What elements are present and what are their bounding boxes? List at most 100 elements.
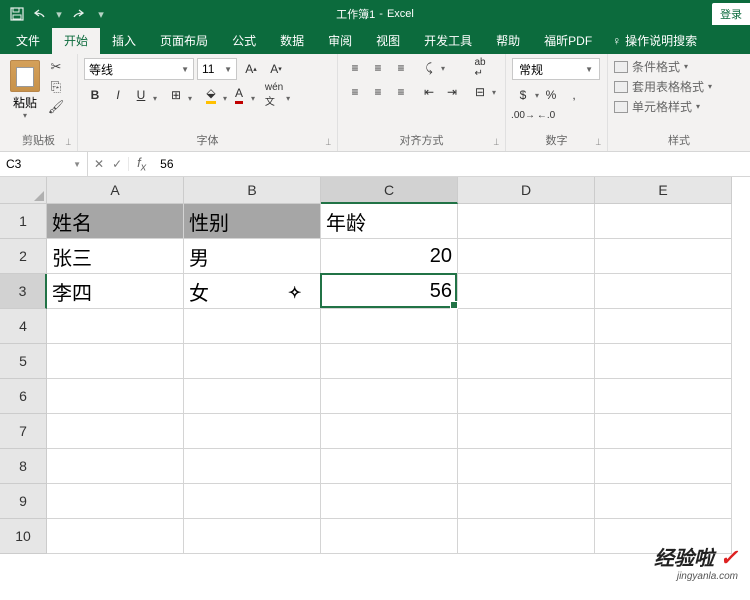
merge-center-icon[interactable]: ⊟ (469, 82, 491, 102)
tab-help[interactable]: 帮助 (484, 27, 532, 54)
cell[interactable] (321, 344, 458, 379)
percent-format-icon[interactable]: % (540, 85, 562, 105)
cell[interactable] (47, 379, 184, 414)
increase-decimal-icon[interactable]: .00→ (512, 105, 534, 125)
cancel-icon[interactable]: ✕ (94, 157, 104, 171)
copy-icon[interactable]: ⎘ (46, 78, 66, 96)
cell[interactable] (184, 414, 321, 449)
cell[interactable] (595, 414, 732, 449)
cell[interactable] (47, 414, 184, 449)
alignment-launcher-icon[interactable]: ⟘ (494, 137, 499, 148)
tab-home[interactable]: 开始 (52, 27, 100, 54)
cell[interactable] (458, 274, 595, 309)
tell-me-search[interactable]: ♀ 操作说明搜索 (604, 27, 705, 54)
cell[interactable]: 年龄 (321, 204, 458, 239)
italic-button[interactable]: I (107, 85, 129, 105)
accounting-format-icon[interactable]: $ (512, 85, 534, 105)
cell[interactable]: 56 (321, 274, 458, 309)
row-header[interactable]: 5 (0, 344, 47, 379)
row-header[interactable]: 6 (0, 379, 47, 414)
cell[interactable] (595, 274, 732, 309)
font-color-button[interactable]: A (228, 85, 250, 105)
cell[interactable] (595, 379, 732, 414)
cell[interactable] (184, 344, 321, 379)
increase-font-icon[interactable]: A▴ (240, 59, 262, 79)
row-header[interactable]: 1 (0, 204, 47, 239)
login-button[interactable]: 登录 (712, 3, 750, 25)
row-header[interactable]: 8 (0, 449, 47, 484)
cell[interactable] (321, 379, 458, 414)
align-left-icon[interactable]: ≡ (344, 82, 366, 102)
select-all-corner[interactable] (0, 177, 47, 204)
cell[interactable] (47, 519, 184, 554)
undo-icon[interactable] (30, 3, 52, 25)
cell[interactable] (595, 239, 732, 274)
cell-styles-button[interactable]: 单元格样式▾ (614, 98, 712, 115)
cell[interactable] (458, 519, 595, 554)
conditional-formatting-button[interactable]: 条件格式▾ (614, 58, 712, 75)
cell[interactable] (184, 309, 321, 344)
tab-file[interactable]: 文件 (4, 27, 52, 54)
column-header[interactable]: D (458, 177, 595, 204)
cell[interactable] (321, 519, 458, 554)
format-as-table-button[interactable]: 套用表格格式▾ (614, 78, 712, 95)
cell[interactable] (595, 484, 732, 519)
cell[interactable] (458, 449, 595, 484)
underline-button[interactable]: U (130, 85, 152, 105)
cell[interactable] (595, 309, 732, 344)
decrease-indent-icon[interactable]: ⇤ (418, 82, 440, 102)
cell[interactable] (321, 309, 458, 344)
cell[interactable]: 张三 (47, 239, 184, 274)
paste-button[interactable]: 粘贴 ▾ (6, 58, 44, 122)
cell[interactable] (595, 204, 732, 239)
tab-foxit-pdf[interactable]: 福昕PDF (532, 27, 604, 54)
phonetic-guide-button[interactable]: wén文 (263, 85, 285, 105)
border-button[interactable]: ⊞ (165, 85, 187, 105)
bold-button[interactable]: B (84, 85, 106, 105)
cell[interactable] (458, 414, 595, 449)
clipboard-launcher-icon[interactable]: ⟘ (66, 137, 71, 148)
cell[interactable]: 女 (184, 274, 321, 309)
cell[interactable] (321, 484, 458, 519)
orientation-icon[interactable]: ⤹ (418, 58, 440, 78)
cell[interactable]: 20 (321, 239, 458, 274)
cell[interactable] (184, 379, 321, 414)
tab-insert[interactable]: 插入 (100, 27, 148, 54)
cell[interactable] (47, 484, 184, 519)
cell[interactable]: 男 (184, 239, 321, 274)
align-right-icon[interactable]: ≡ (390, 82, 412, 102)
fill-color-button[interactable]: ⬙ (200, 85, 222, 105)
cell[interactable] (458, 239, 595, 274)
comma-format-icon[interactable]: , (563, 85, 585, 105)
save-icon[interactable] (6, 3, 28, 25)
align-middle-icon[interactable]: ≡ (367, 58, 389, 78)
cell[interactable] (458, 344, 595, 379)
number-launcher-icon[interactable]: ⟘ (596, 137, 601, 148)
row-header[interactable]: 4 (0, 309, 47, 344)
tab-review[interactable]: 审阅 (316, 27, 364, 54)
cell[interactable] (321, 449, 458, 484)
column-header[interactable]: B (184, 177, 321, 204)
row-header[interactable]: 9 (0, 484, 47, 519)
cell[interactable] (47, 344, 184, 379)
cell[interactable] (595, 344, 732, 379)
wrap-text-icon[interactable]: ab↵ (469, 58, 491, 78)
align-center-icon[interactable]: ≡ (367, 82, 389, 102)
cell[interactable] (184, 449, 321, 484)
cell[interactable] (47, 449, 184, 484)
column-header[interactable]: E (595, 177, 732, 204)
cell[interactable] (458, 379, 595, 414)
format-painter-icon[interactable]: 🖌 (46, 98, 66, 116)
cell[interactable]: 性别 (184, 204, 321, 239)
cell[interactable] (184, 519, 321, 554)
fx-icon[interactable]: fx (129, 155, 154, 174)
row-header[interactable]: 3 (0, 274, 47, 309)
align-top-icon[interactable]: ≡ (344, 58, 366, 78)
decrease-decimal-icon[interactable]: ←.0 (535, 105, 557, 125)
name-box[interactable]: C3 ▼ (0, 152, 88, 176)
cell[interactable]: 姓名 (47, 204, 184, 239)
tab-developer[interactable]: 开发工具 (412, 27, 484, 54)
tab-view[interactable]: 视图 (364, 27, 412, 54)
tab-data[interactable]: 数据 (268, 27, 316, 54)
cell[interactable] (458, 484, 595, 519)
